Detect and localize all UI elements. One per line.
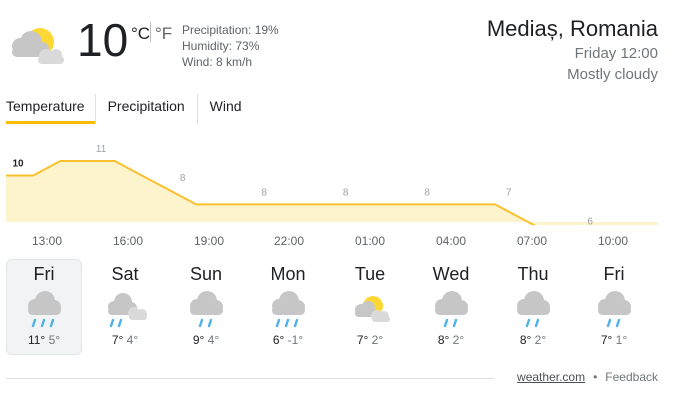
day-forecast-fri[interactable]: Fri 11° 5°	[6, 259, 82, 355]
humidity-value: Humidity: 73%	[182, 39, 260, 53]
day-name: Tue	[354, 264, 386, 284]
temperature-data-label: 8	[343, 187, 349, 198]
hour-tick: 19:00	[193, 234, 225, 248]
footer: weather.com • Feedback	[517, 370, 658, 384]
day-high: 11°	[27, 333, 46, 347]
temperature-data-label: 6	[587, 216, 593, 225]
daily-forecast: Fri 11° 5° Sat 7° 4° Sun 9° 4° Mon 6° -1…	[6, 259, 662, 356]
day-low: 4°	[207, 333, 220, 347]
day-low: 2°	[371, 333, 384, 347]
tab-temperature[interactable]: Temperature	[6, 94, 95, 124]
hour-axis: 13:00 16:00 19:00 22:00 01:00 04:00 07:0…	[6, 234, 658, 250]
current-temperature: 10	[77, 14, 129, 66]
day-name: Mon	[270, 264, 306, 284]
day-forecast-sat[interactable]: Sat 7° 4°	[88, 260, 162, 354]
hour-tick: 22:00	[273, 234, 305, 248]
showers-icon	[414, 288, 488, 332]
unit-separator	[150, 22, 151, 42]
temperature-data-label: 8	[261, 187, 267, 198]
showers-icon	[577, 288, 651, 332]
day-forecast-tue[interactable]: Tue 7° 2°	[333, 260, 407, 354]
footer-divider	[6, 378, 494, 379]
day-low: -1°	[287, 333, 304, 347]
temperature-data-label: 11	[96, 144, 107, 155]
day-high: 7°	[600, 333, 613, 347]
feedback-link[interactable]: Feedback	[605, 370, 658, 384]
day-name: Sun	[189, 264, 223, 284]
day-low: 1°	[615, 333, 628, 347]
temperature-area	[6, 161, 658, 225]
day-forecast-wed[interactable]: Wed 8° 2°	[414, 260, 488, 354]
footer-separator: •	[593, 370, 598, 384]
day-name: Wed	[432, 264, 470, 284]
temperature-data-label: 10	[12, 159, 24, 170]
location-name: Mediaș, Romania	[486, 16, 658, 41]
day-name: Sat	[111, 264, 139, 284]
day-forecast-mon[interactable]: Mon 6° -1°	[251, 260, 325, 354]
day-high: 7°	[111, 333, 124, 347]
source-link[interactable]: weather.com	[517, 370, 585, 384]
day-low: 2°	[452, 333, 465, 347]
day-name: Fri	[603, 264, 625, 284]
temperature-data-label: 8	[424, 187, 430, 198]
day-high: 8°	[437, 333, 450, 347]
day-forecast-sun[interactable]: Sun 9° 4°	[169, 260, 243, 354]
day-high: 8°	[519, 333, 532, 347]
partly-cloudy-icon	[333, 288, 407, 332]
location-block: Mediaș, Romania Friday 12:00 Mostly clou…	[487, 15, 658, 85]
hour-tick: 04:00	[435, 234, 467, 248]
location-time: Friday 12:00	[574, 45, 658, 62]
day-name: Fri	[33, 264, 55, 284]
wind-value: Wind: 8 km/h	[182, 55, 253, 69]
hour-tick: 13:00	[31, 234, 63, 248]
showers-icon	[169, 288, 243, 332]
showers-icon	[496, 288, 570, 332]
hour-tick: 16:00	[112, 234, 144, 248]
day-high: 9°	[192, 333, 205, 347]
tab-wind[interactable]: Wind	[196, 94, 254, 124]
temperature-data-label: 7	[506, 187, 512, 198]
hour-tick: 10:00	[597, 234, 629, 248]
location-condition: Mostly cloudy	[567, 66, 658, 83]
day-low: 4°	[126, 333, 139, 347]
day-low: 2°	[534, 333, 547, 347]
temperature-chart: 10 11 8 8 8 8 7 6	[6, 144, 658, 225]
day-forecast-fri-next[interactable]: Fri 7° 1°	[577, 260, 651, 354]
cloudy-rain-icon	[88, 288, 162, 332]
tab-precipitation[interactable]: Precipitation	[94, 94, 197, 124]
day-high: 7°	[356, 333, 369, 347]
rain-icon	[251, 288, 325, 332]
unit-fahrenheit-toggle[interactable]: °F	[155, 24, 172, 44]
temperature-data-label: 8	[180, 173, 186, 184]
precipitation-value: Precipitation: 19%	[182, 23, 279, 37]
day-forecast-thu[interactable]: Thu 8° 2°	[496, 260, 570, 354]
current-weather-icon	[6, 20, 68, 73]
rain-icon	[7, 288, 81, 332]
hour-tick: 07:00	[516, 234, 548, 248]
day-name: Thu	[517, 264, 549, 284]
hour-tick: 01:00	[354, 234, 386, 248]
day-high: 6°	[272, 333, 285, 347]
day-low: 5°	[48, 333, 61, 347]
unit-celsius-toggle[interactable]: °C	[131, 24, 150, 44]
chart-tabs: Temperature Precipitation Wind	[6, 94, 254, 124]
current-details: Precipitation: 19% Humidity: 73% Wind: 8…	[182, 22, 279, 70]
